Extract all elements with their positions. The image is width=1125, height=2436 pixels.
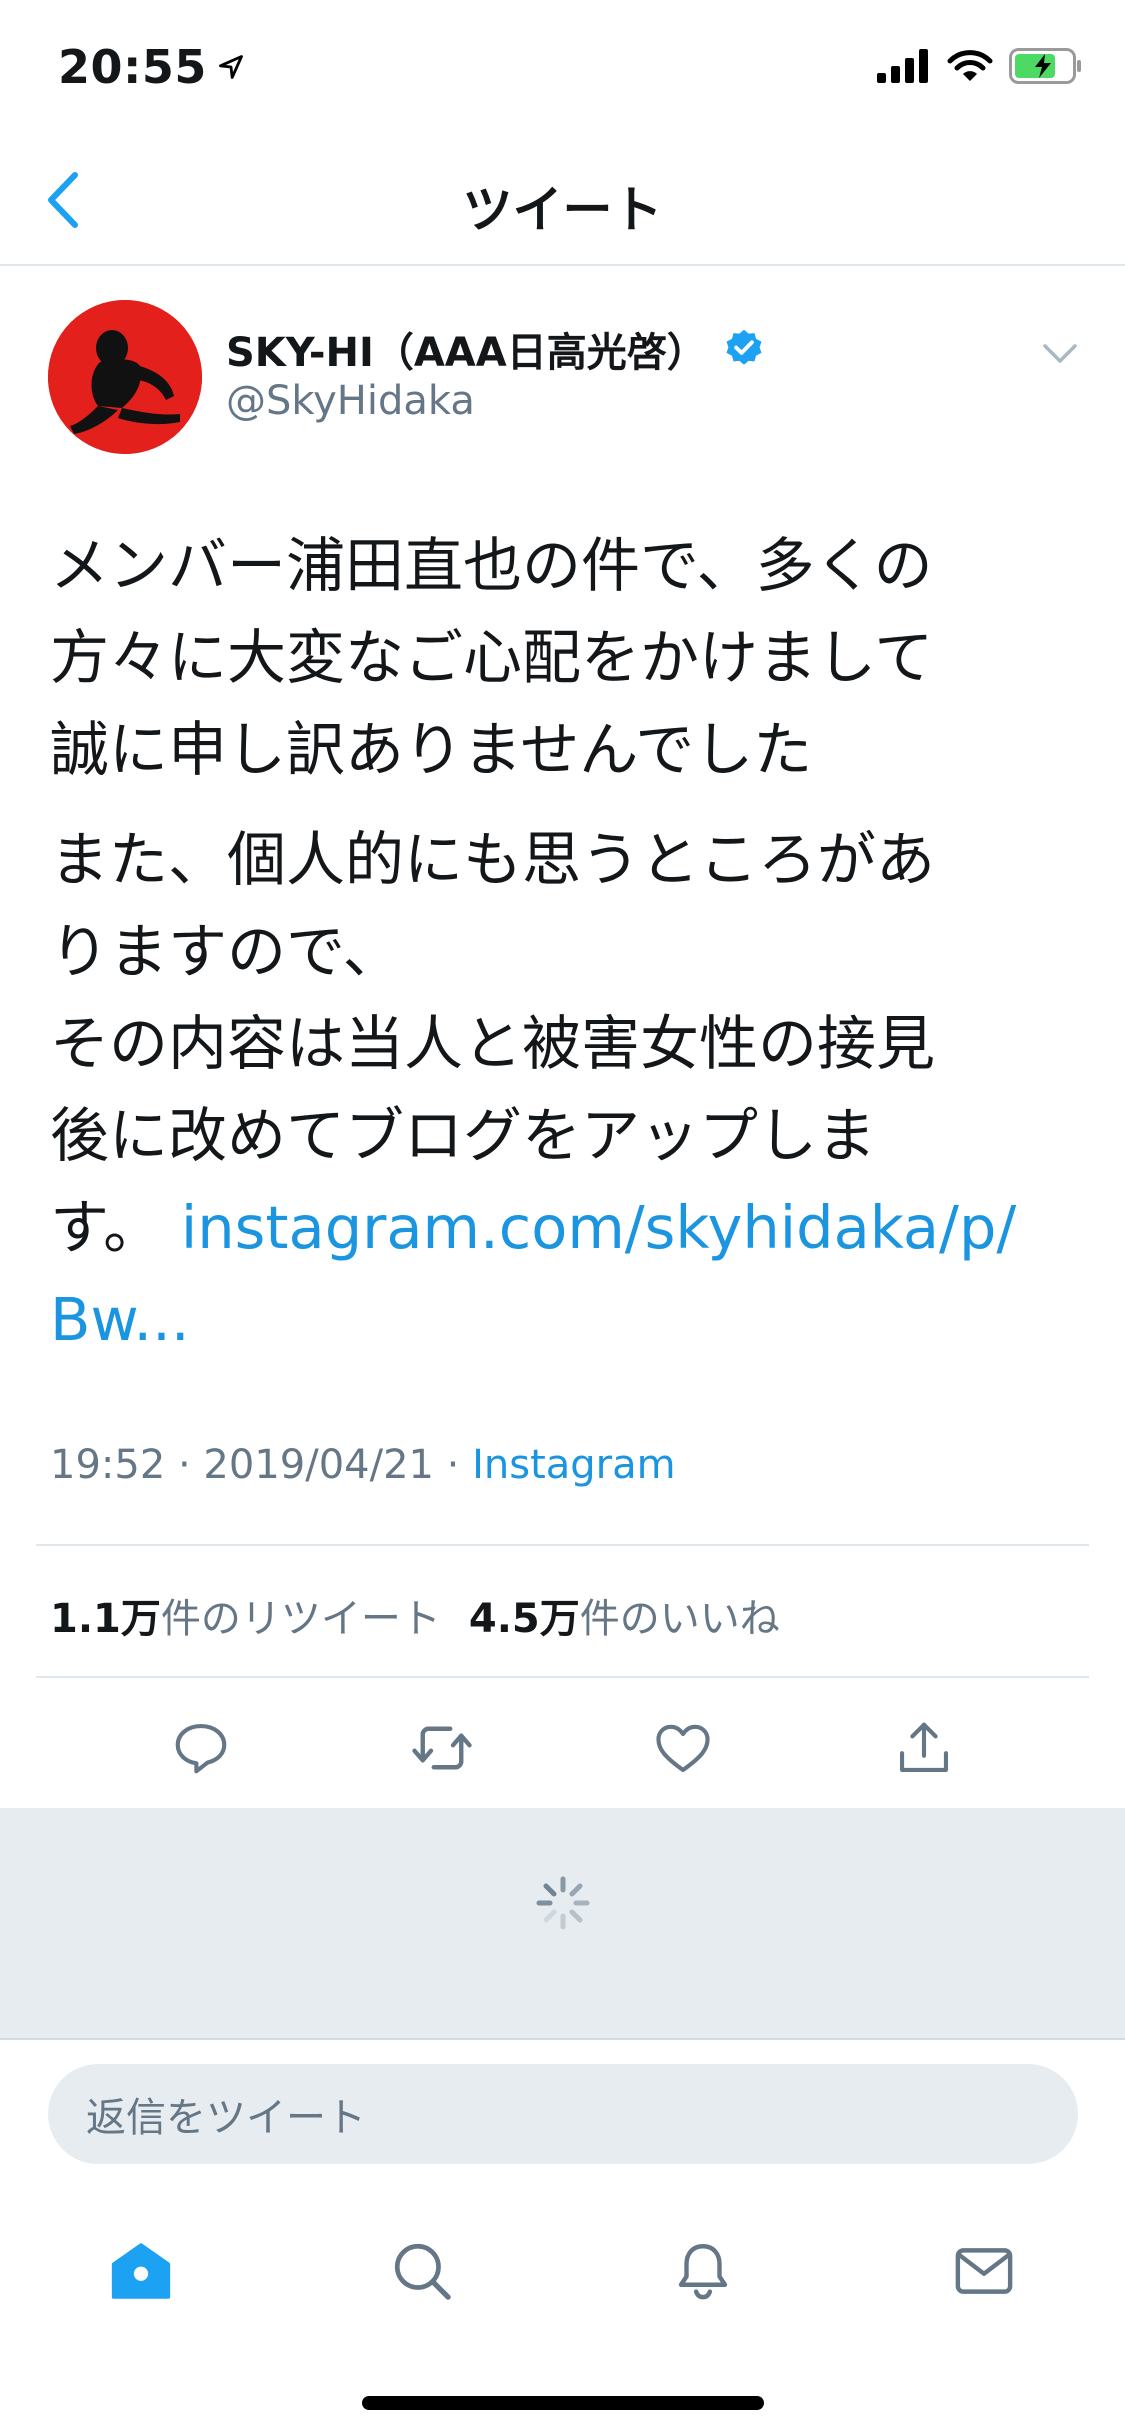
tab-messages[interactable]: [939, 2226, 1029, 2316]
replies-loading: [0, 1808, 1125, 2038]
more-options-button[interactable]: [1035, 334, 1085, 374]
retweet-icon: [412, 1726, 472, 1770]
location-arrow-icon: [219, 55, 243, 79]
tweet-actions: [0, 1690, 1125, 1806]
tweet-source[interactable]: Instagram: [472, 1442, 676, 1488]
user-name-row[interactable]: SKY-HI（AAA日高光啓）: [226, 320, 765, 378]
reply-bar: 返信をツイート: [0, 2038, 1125, 2168]
tweet-stats: 1.1万件のリツイート 4.5万件のいいね: [50, 1586, 780, 1644]
like-label: 件のいいね: [579, 1596, 780, 1642]
chevron-down-icon: [1043, 344, 1077, 363]
reply-button[interactable]: [161, 1708, 241, 1788]
signal-icon: [877, 49, 928, 83]
status-indicators: [877, 48, 1083, 84]
tweet-meta: 19:52 · 2019/04/21 · Instagram: [50, 1442, 676, 1488]
nav-header: ツイート: [0, 132, 1125, 266]
reply-icon: [175, 1723, 226, 1774]
home-indicator[interactable]: [362, 2396, 764, 2410]
tweet-link[interactable]: instagram.com/skyhidaka/p/ Bw...: [50, 1193, 1016, 1354]
user-name: SKY-HI（AAA日高光啓）: [226, 330, 707, 376]
heart-icon: [656, 1724, 710, 1773]
tab-home[interactable]: [96, 2226, 186, 2316]
loading-spinner-icon: [536, 1876, 589, 1930]
status-bar: 20:55: [0, 0, 1125, 132]
mail-icon: [956, 2248, 1013, 2294]
tweet-text: メンバー浦田直也の件で、多くの 方々に大変なご心配をかけまして 誠に申し訳ありま…: [50, 520, 1090, 1384]
retweet-button[interactable]: [402, 1708, 482, 1788]
tweet-paragraph: メンバー浦田直也の件で、多くの 方々に大変なご心配をかけまして 誠に申し訳ありま…: [50, 531, 934, 784]
bell-icon: [678, 2244, 728, 2300]
user-handle[interactable]: @SkyHidaka: [226, 378, 475, 424]
like-button[interactable]: [643, 1708, 723, 1788]
like-stat[interactable]: 4.5万件のいいね: [469, 1586, 780, 1644]
share-button[interactable]: [884, 1708, 964, 1788]
share-icon: [900, 1722, 949, 1773]
tab-notifications[interactable]: [658, 2226, 748, 2316]
retweet-label: 件のリツイート: [160, 1596, 441, 1642]
retweet-count: 1.1万: [50, 1596, 161, 1642]
search-icon: [394, 2243, 451, 2300]
divider: [36, 1544, 1089, 1546]
page-title: ツイート: [462, 181, 663, 239]
reply-input[interactable]: 返信をツイート: [48, 2064, 1078, 2164]
tab-search[interactable]: [377, 2226, 467, 2316]
battery-charging-icon: [1009, 48, 1081, 84]
avatar-image: [48, 300, 202, 454]
home-icon: [111, 2243, 170, 2299]
status-time: 20:55: [58, 40, 245, 94]
like-count: 4.5万: [468, 1596, 580, 1642]
tweet-timestamp: 19:52 · 2019/04/21 ·: [50, 1442, 473, 1488]
status-time-text: 20:55: [58, 40, 207, 94]
tweet-paragraph: また、個人的にも思うところがあ りますので、 その内容は当人と被害女性の接見 後…: [50, 814, 1090, 1366]
divider: [36, 1676, 1089, 1678]
retweet-stat[interactable]: 1.1万件のリツイート: [50, 1586, 441, 1644]
tab-bar: [0, 2168, 1125, 2358]
verified-badge-icon: [726, 329, 762, 365]
avatar[interactable]: [48, 300, 202, 454]
wifi-icon: [947, 50, 993, 81]
